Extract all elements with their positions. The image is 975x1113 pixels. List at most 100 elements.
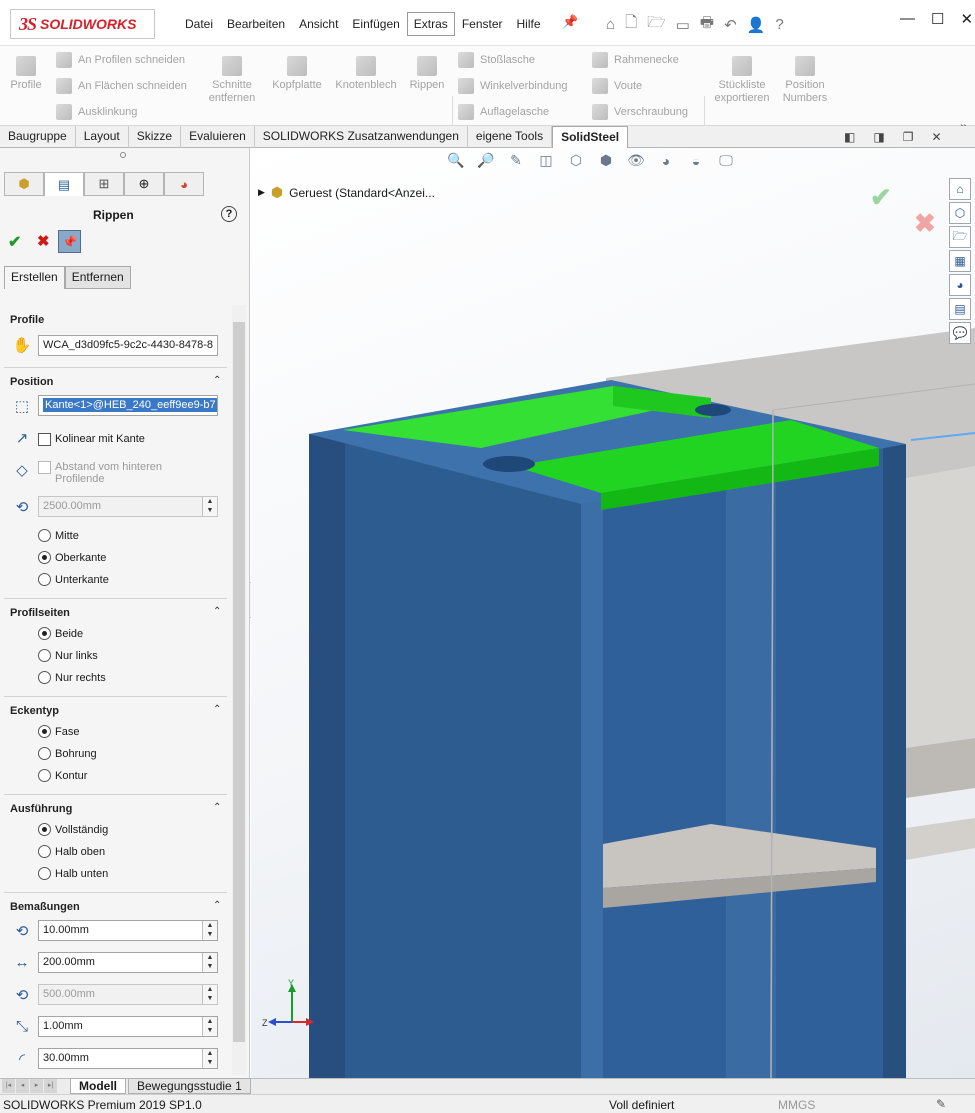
view-orientation-icon[interactable]: ⬡ xyxy=(566,152,586,169)
verschraubung-command[interactable]: Verschraubung xyxy=(592,104,688,120)
first-tab-icon[interactable]: |◂ xyxy=(2,1079,15,1093)
an-flaechen-schneiden-command[interactable]: An Flächen schneiden xyxy=(56,78,187,94)
print-icon[interactable]: 🖶 xyxy=(700,12,714,37)
an-profilen-schneiden-command[interactable]: An Profilen schneiden xyxy=(56,52,185,68)
confirm-corner-ok-icon[interactable]: ✔ xyxy=(870,182,892,213)
user-icon[interactable]: 👤 xyxy=(747,16,766,34)
radio-nur-rechts[interactable]: Nur rechts xyxy=(38,671,106,684)
abstand-checkbox[interactable]: Abstand vom hinteren Profilende xyxy=(38,461,188,485)
menu-einfuegen[interactable]: Einfügen xyxy=(345,12,406,36)
radio-vollstaendig[interactable]: Vollständig xyxy=(38,823,108,836)
next-tab-icon[interactable]: ▸ xyxy=(30,1079,43,1093)
open-folder-icon[interactable]: 🗁 xyxy=(647,12,666,37)
edit-appearance-icon[interactable]: ◕ xyxy=(656,153,676,169)
tab-zusatzanwendungen[interactable]: SOLIDWORKS Zusatzanwendungen xyxy=(255,126,468,148)
spin-arrows-icon[interactable]: ▲ ▼ xyxy=(202,921,217,940)
tab-bewegungsstudie[interactable]: Bewegungsstudie 1 xyxy=(128,1078,251,1094)
kolinear-checkbox[interactable]: Kolinear mit Kante xyxy=(38,433,145,446)
previous-view-icon[interactable]: ✎ xyxy=(506,152,526,169)
dimension-4-input[interactable]: 1.00mm ▲ ▼ xyxy=(38,1016,218,1037)
radio-bohrung[interactable]: Bohrung xyxy=(38,747,97,760)
collapse-chevron-icon[interactable]: ⌃ xyxy=(213,704,221,715)
undo-icon[interactable]: ↶ xyxy=(724,16,737,34)
zoom-to-fit-icon[interactable]: 🔍 xyxy=(446,152,466,169)
flyout-tree-root[interactable]: ▶ ⬢ Geruest (Standard<Anzei... xyxy=(258,184,435,201)
panel-splitter-handle[interactable] xyxy=(120,152,126,158)
spin-arrows-icon[interactable]: ▲ ▼ xyxy=(202,1017,217,1036)
tab-entfernen[interactable]: Entfernen xyxy=(64,266,131,289)
document-close-icon[interactable]: ✕ xyxy=(931,130,941,144)
help-icon[interactable]: ? xyxy=(775,16,783,33)
status-units[interactable]: MMGS xyxy=(778,1098,815,1112)
profile-command[interactable]: Profile xyxy=(8,56,44,92)
solidworks-resources-icon[interactable]: ⌂ xyxy=(949,178,971,200)
section-eckentyp-header[interactable]: Eckentyp xyxy=(10,705,59,717)
panel-scrollbar-thumb[interactable] xyxy=(233,322,245,1042)
dimension-3-input[interactable]: 500.00mm ▲ ▼ xyxy=(38,984,218,1005)
configuration-manager-tab[interactable]: ⊞ xyxy=(84,172,124,196)
radio-halb-oben[interactable]: Halb oben xyxy=(38,845,105,858)
section-profilseiten-header[interactable]: Profilseiten xyxy=(10,607,70,619)
menu-ansicht[interactable]: Ansicht xyxy=(292,12,345,36)
auflagelasche-command[interactable]: Auflagelasche xyxy=(458,104,549,120)
last-tab-icon[interactable]: ▸| xyxy=(44,1079,57,1093)
schnitte-entfernen-command[interactable]: Schnitte entfernen xyxy=(204,56,260,105)
custom-properties-icon[interactable]: ▤ xyxy=(949,298,971,320)
profile-selection-field[interactable]: WCA_d3d09fc5-9c2c-4430-8478-8 xyxy=(38,335,218,356)
section-view-icon[interactable]: ◫ xyxy=(536,152,556,169)
tab-skizze[interactable]: Skizze xyxy=(129,126,182,148)
section-bemassungen-header[interactable]: Bemaßungen xyxy=(10,901,80,913)
menu-datei[interactable]: Datei xyxy=(178,12,220,36)
dimension-2-input[interactable]: 200.00mm ▲ ▼ xyxy=(38,952,218,973)
spin-arrows-icon[interactable]: ▲ ▼ xyxy=(202,985,217,1004)
stosslasche-command[interactable]: Stoßlasche xyxy=(458,52,535,68)
edge-selection-field[interactable]: Kante<1>@HEB_240_eeff9ee9-b7 xyxy=(38,395,218,416)
dimxpert-tab[interactable]: ⊕ xyxy=(124,172,164,196)
spin-arrows-icon[interactable]: ▲ ▼ xyxy=(202,497,217,516)
solidworks-logo[interactable]: 3S SOLIDWORKS xyxy=(10,9,155,39)
tile-left-icon[interactable]: ◧ xyxy=(844,130,855,144)
feature-tree-tab[interactable]: ⬢ xyxy=(4,172,44,196)
tab-eigene-tools[interactable]: eigene Tools xyxy=(468,126,553,148)
zoom-area-icon[interactable]: 🔎 xyxy=(476,152,496,169)
radio-unterkante[interactable]: Unterkante xyxy=(38,573,109,586)
radio-mitte[interactable]: Mitte xyxy=(38,529,79,542)
display-manager-tab[interactable]: ◕ xyxy=(164,172,204,196)
radio-halb-unten[interactable]: Halb unten xyxy=(38,867,108,880)
hide-show-icon[interactable]: 👁 xyxy=(626,152,646,169)
spin-arrows-icon[interactable]: ▲ ▼ xyxy=(202,1049,217,1068)
kopfplatte-command[interactable]: Kopfplatte xyxy=(268,56,326,92)
cancel-x-icon[interactable]: ✖ xyxy=(37,232,50,250)
expand-arrow-icon[interactable]: ▶ xyxy=(258,187,265,198)
distance-input[interactable]: 2500.00mm ▲ ▼ xyxy=(38,496,218,517)
appearances-icon[interactable]: ◕ xyxy=(949,274,971,296)
menu-fenster[interactable]: Fenster xyxy=(455,12,510,36)
radio-beide[interactable]: Beide xyxy=(38,627,83,640)
collapse-chevron-icon[interactable]: ⌃ xyxy=(213,375,221,386)
save-icon[interactable]: ▭ xyxy=(676,16,690,34)
tab-evaluieren[interactable]: Evaluieren xyxy=(181,126,255,148)
menu-hilfe[interactable]: Hilfe xyxy=(510,12,548,36)
restore-icon[interactable]: ❐ xyxy=(903,130,914,144)
collapse-chevron-icon[interactable]: ⌃ xyxy=(213,606,221,617)
pin-menu-icon[interactable]: 📌 xyxy=(562,14,578,30)
rahmenecke-command[interactable]: Rahmenecke xyxy=(592,52,679,68)
apply-scene-icon[interactable]: ◒ xyxy=(686,153,706,169)
voute-command[interactable]: Voute xyxy=(592,78,642,94)
radio-nur-links[interactable]: Nur links xyxy=(38,649,98,662)
property-manager-tab[interactable]: ▤ xyxy=(44,172,84,196)
confirm-corner-cancel-icon[interactable]: ✖ xyxy=(914,208,936,239)
spin-arrows-icon[interactable]: ▲ ▼ xyxy=(202,953,217,972)
winkelverbindung-command[interactable]: Winkelverbindung xyxy=(458,78,567,94)
forum-icon[interactable]: 💬 xyxy=(949,322,971,344)
close-icon[interactable]: ✕ xyxy=(960,10,973,28)
prev-tab-icon[interactable]: ◂ xyxy=(16,1079,29,1093)
view-settings-icon[interactable]: 🖵 xyxy=(716,152,736,169)
tab-modell[interactable]: Modell xyxy=(70,1078,126,1094)
rippen-command[interactable]: Rippen xyxy=(406,56,448,92)
radio-oberkante[interactable]: Oberkante xyxy=(38,551,106,564)
menu-bearbeiten[interactable]: Bearbeiten xyxy=(220,12,292,36)
stueckliste-exportieren-command[interactable]: Stückliste exportieren xyxy=(710,56,774,105)
home-icon[interactable]: ⌂ xyxy=(606,16,615,33)
tab-erstellen[interactable]: Erstellen xyxy=(4,266,65,289)
